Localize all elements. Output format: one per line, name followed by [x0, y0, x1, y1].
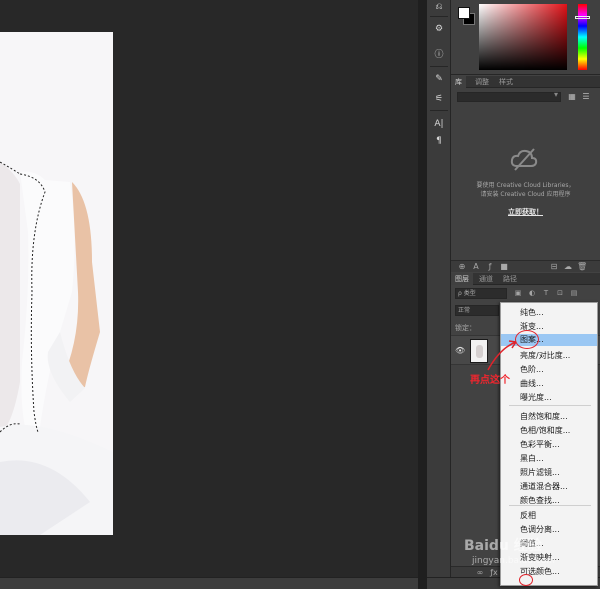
menu-item[interactable]: 纯色...	[501, 307, 597, 319]
layer-style-icon[interactable]: ƒ	[485, 262, 495, 272]
menu-item[interactable]: 黑白...	[501, 453, 597, 465]
text-style-icon[interactable]: A	[471, 262, 481, 272]
library-message-line1: 要使用 Creative Cloud Libraries，	[476, 182, 575, 189]
tab-adjustments[interactable]: 调整	[471, 76, 493, 88]
dock-separator	[418, 0, 427, 589]
menu-item[interactable]: 自然饱和度...	[501, 411, 597, 423]
menu-item[interactable]: 通道混合器...	[501, 481, 597, 493]
menu-divider	[509, 405, 591, 406]
strip-divider	[430, 66, 448, 67]
libraries-panel: 库 调整 样式 ▦ ☰ 要使用 Creative Cloud Libraries…	[451, 76, 600, 272]
add-content-icon[interactable]: ⊕	[457, 262, 467, 272]
baidu-watermark-url: jingyan.baidu.com	[472, 556, 556, 566]
color-panel	[451, 0, 600, 75]
blend-mode-dropdown[interactable]: 正常	[455, 305, 499, 316]
stock-icon[interactable]: ⊟	[549, 262, 559, 272]
strip-divider	[430, 16, 448, 17]
menu-item[interactable]: 可选颜色...	[501, 566, 597, 578]
delete-icon[interactable]: 🗑	[577, 262, 587, 272]
tab-libraries[interactable]: 库	[451, 76, 466, 88]
character-icon[interactable]: A|	[431, 117, 447, 131]
filter-adjustment-icon[interactable]: ◐	[527, 288, 537, 299]
creative-cloud-icon	[510, 148, 538, 171]
menu-item[interactable]: 照片滤镜...	[501, 467, 597, 479]
layer-fx-icon[interactable]: ƒx	[489, 568, 499, 578]
tab-paths[interactable]: 路径	[499, 273, 521, 285]
library-dropdown[interactable]	[457, 90, 561, 102]
paragraph-icon[interactable]: ¶	[431, 134, 447, 148]
actions-icon[interactable]: ⚙	[431, 22, 447, 36]
tab-styles[interactable]: 样式	[495, 76, 517, 88]
sync-icon[interactable]: ☁	[563, 262, 573, 272]
tab-layers[interactable]: 图层	[451, 273, 473, 285]
menu-item[interactable]: 反相	[501, 510, 597, 522]
library-footer: ⊕ A ƒ ■ ⊟ ☁ 🗑	[451, 260, 600, 272]
info-icon[interactable]: ⓘ	[431, 48, 447, 62]
library-message-line2: 请安装 Creative Cloud 应用程序	[480, 191, 571, 198]
color-field[interactable]	[479, 4, 567, 70]
collapsed-panels-strip: ⎌ ⚙ ⓘ ✎ ⚟ A| ¶	[427, 0, 451, 577]
get-now-link[interactable]: 立即获取！	[451, 207, 600, 217]
filter-smart-object-icon[interactable]: ▤	[569, 288, 579, 299]
filter-type-icon[interactable]: T	[541, 288, 551, 299]
grid-view-icon[interactable]: ▦	[567, 92, 577, 102]
document-canvas[interactable]	[0, 32, 113, 535]
library-tab-bar: 库 调整 样式	[451, 76, 600, 88]
filter-pixel-icon[interactable]: ▣	[513, 288, 523, 299]
menu-item[interactable]: 色彩平衡...	[501, 439, 597, 451]
brush-presets-icon[interactable]: ⚟	[431, 92, 447, 106]
filter-kind-dropdown[interactable]: ρ 类型	[455, 288, 507, 299]
history-icon[interactable]: ⎌	[431, 0, 447, 14]
layers-tab-bar: 图层 通道 路径	[451, 273, 600, 285]
brush-icon[interactable]: ✎	[431, 72, 447, 86]
visibility-eye-icon[interactable]: 👁	[455, 346, 465, 356]
foreground-swatch[interactable]	[458, 7, 470, 19]
menu-item[interactable]: 颜色查找...	[501, 495, 597, 507]
baidu-watermark: Baidu 经验	[464, 538, 542, 554]
filter-shape-icon[interactable]: ⊡	[555, 288, 565, 299]
graphic-icon[interactable]: ■	[499, 262, 509, 272]
layer-filter-row: ρ 类型 ▣ ◐ T ⊡ ▤	[453, 288, 598, 300]
menu-item[interactable]: 色相/饱和度...	[501, 425, 597, 437]
adjustment-button-annotation-circle	[519, 574, 533, 586]
hue-slider[interactable]	[578, 4, 587, 70]
menu-item[interactable]: 曝光度...	[501, 392, 597, 404]
annotation-text: 再点这个	[470, 375, 510, 386]
document-workspace	[0, 0, 418, 577]
lock-label: 锁定：	[455, 324, 476, 332]
list-view-icon[interactable]: ☰	[581, 92, 591, 102]
strip-divider	[430, 110, 448, 111]
tab-channels[interactable]: 通道	[475, 273, 497, 285]
hue-slider-handle[interactable]	[575, 16, 590, 19]
link-layers-icon[interactable]: ∞	[475, 568, 485, 578]
